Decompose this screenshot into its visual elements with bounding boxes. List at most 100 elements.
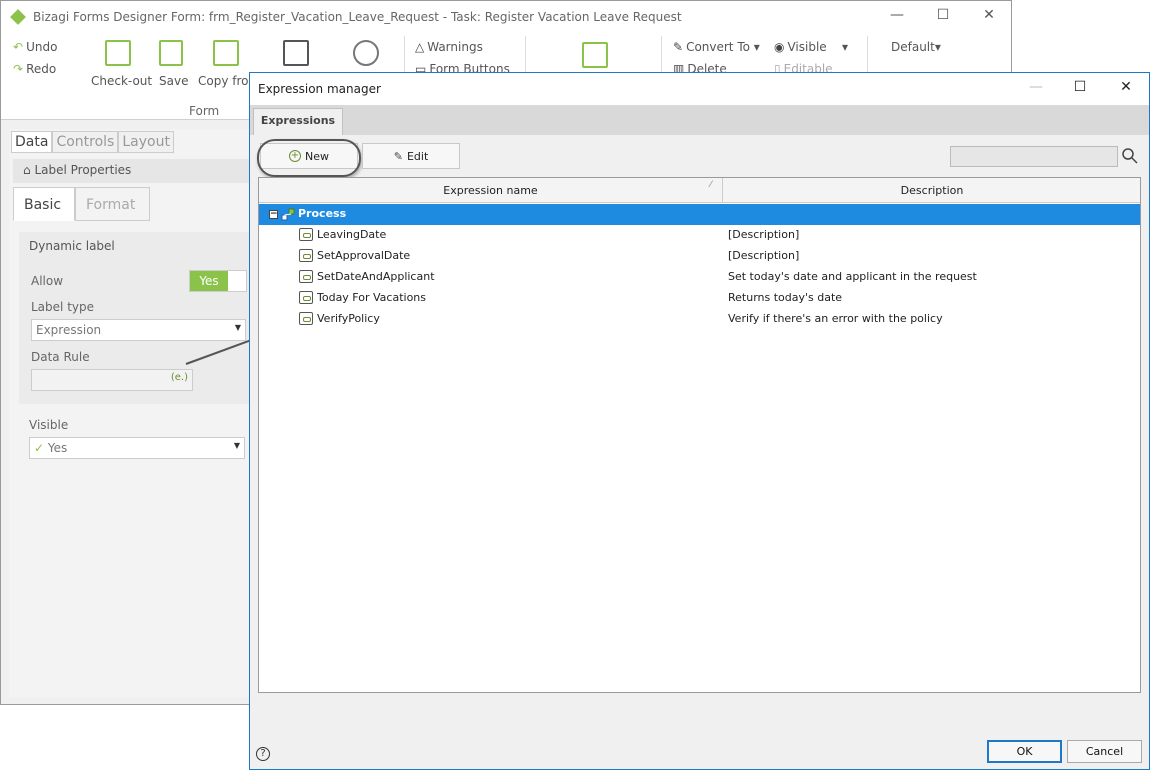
expression-description: Returns today's date bbox=[728, 291, 843, 304]
table-row[interactable]: VerifyPolicy Verify if there's an error … bbox=[259, 309, 1140, 330]
expression-description: [Description] bbox=[728, 249, 800, 262]
tab-format[interactable]: Format bbox=[75, 187, 150, 221]
tree-root-process[interactable]: − Process bbox=[259, 204, 1140, 225]
maximize-icon[interactable]: ☐ bbox=[933, 7, 953, 23]
minimize-icon[interactable]: — bbox=[1026, 79, 1046, 95]
visible-button[interactable]: ◉ Visible ▾ bbox=[774, 40, 848, 54]
allow-toggle-value: Yes bbox=[190, 271, 228, 291]
expression-name: LeavingDate bbox=[317, 228, 387, 241]
redo-button[interactable]: ↷ Redo bbox=[13, 62, 56, 76]
expression-manager-dialog: Expression manager — ☐ ✕ Expressions + N… bbox=[249, 72, 1150, 770]
collapse-icon[interactable]: − bbox=[269, 210, 278, 219]
properties-panel: Data Controls Layout ⌂ Label Properties … bbox=[9, 129, 259, 697]
warnings-button[interactable]: △ Warnings bbox=[415, 40, 483, 54]
property-sub-tabs: Basic Format bbox=[13, 187, 150, 221]
expression-icon bbox=[299, 228, 313, 241]
allow-label: Allow bbox=[31, 274, 64, 288]
minimize-icon[interactable]: — bbox=[887, 7, 907, 23]
tab-expressions[interactable]: Expressions bbox=[253, 108, 343, 135]
save-label[interactable]: Save bbox=[159, 74, 188, 88]
bizagi-logo-icon bbox=[10, 8, 26, 25]
allow-toggle[interactable]: Yes bbox=[189, 270, 247, 292]
panel-tabs: Data Controls Layout bbox=[11, 131, 174, 153]
checkmark-icon[interactable] bbox=[582, 42, 608, 68]
save-icon[interactable] bbox=[159, 40, 183, 66]
dialog-title: Expression manager bbox=[258, 82, 381, 96]
ok-button[interactable]: OK bbox=[987, 740, 1062, 763]
expression-icon bbox=[299, 270, 313, 283]
close-icon[interactable]: ✕ bbox=[979, 7, 999, 23]
gear-icon[interactable] bbox=[353, 40, 379, 66]
tab-data[interactable]: Data bbox=[11, 131, 53, 153]
expression-description: [Description] bbox=[728, 228, 800, 241]
help-icon[interactable]: ? bbox=[256, 747, 270, 761]
table-row[interactable]: Today For Vacations Returns today's date bbox=[259, 288, 1140, 309]
data-rule-field[interactable]: (e.) bbox=[31, 369, 193, 391]
redo-label: Redo bbox=[26, 62, 57, 76]
convert-to-button[interactable]: ✎ Convert To ▾ bbox=[673, 40, 760, 54]
chevron-down-icon: ▼ bbox=[233, 441, 240, 450]
cancel-button[interactable]: Cancel bbox=[1067, 740, 1142, 763]
dialog-tabstrip: Expressions bbox=[250, 105, 1149, 135]
expression-description: Verify if there's an error with the poli… bbox=[728, 312, 943, 325]
default-label: Default bbox=[891, 40, 935, 54]
edit-button-label: Edit bbox=[406, 149, 429, 163]
label-properties-header: ⌂ Label Properties bbox=[13, 159, 259, 183]
warnings-label: Warnings bbox=[427, 40, 483, 54]
visible-select[interactable]: ✓ Yes ▼ bbox=[29, 437, 245, 459]
edit-button[interactable]: ✎ Edit bbox=[362, 143, 460, 169]
column-expression-name[interactable]: Expression name bbox=[259, 178, 723, 203]
label-type-value: Expression bbox=[36, 323, 102, 337]
brush-icon[interactable] bbox=[283, 40, 309, 66]
expression-icon bbox=[299, 291, 313, 304]
maximize-icon[interactable]: ☐ bbox=[1070, 79, 1090, 95]
dialog-titlebar: Expression manager — ☐ ✕ bbox=[250, 73, 1149, 105]
undo-icon: ↶ bbox=[13, 40, 24, 54]
table-row[interactable]: SetApprovalDate [Description] bbox=[259, 246, 1140, 267]
designer-title: Bizagi Forms Designer Form: frm_Register… bbox=[33, 9, 682, 24]
tag-icon: ⌂ bbox=[23, 163, 31, 177]
undo-button[interactable]: ↶ Undo bbox=[13, 40, 57, 54]
sort-icon: ⁄ bbox=[710, 180, 712, 190]
search-icon[interactable] bbox=[1121, 147, 1139, 165]
close-icon[interactable]: ✕ bbox=[1116, 79, 1136, 95]
grid-header: Expression name ⁄ Description bbox=[259, 178, 1140, 203]
pencil-icon: ✎ bbox=[393, 149, 403, 163]
column-description[interactable]: Description bbox=[724, 178, 1140, 203]
eye-icon: ◉ bbox=[774, 40, 785, 54]
designer-titlebar: Bizagi Forms Designer Form: frm_Register… bbox=[1, 1, 1011, 32]
expression-icon bbox=[299, 249, 313, 262]
visible-value: Yes bbox=[47, 441, 68, 455]
dynamic-label-title: Dynamic label bbox=[29, 239, 115, 253]
redo-icon: ↷ bbox=[13, 62, 24, 76]
expressions-grid: Expression name ⁄ Description − Process … bbox=[258, 177, 1141, 693]
form-group-label: Form bbox=[189, 104, 220, 118]
label-properties-title: Label Properties bbox=[34, 163, 132, 177]
convert-to-label: Convert To bbox=[686, 40, 750, 54]
expression-name: SetApprovalDate bbox=[317, 249, 411, 262]
check-icon: ✓ bbox=[34, 441, 45, 455]
copy-from-icon[interactable] bbox=[213, 40, 239, 66]
expression-name: SetDateAndApplicant bbox=[317, 270, 435, 283]
label-type-label: Label type bbox=[31, 300, 94, 314]
search-input[interactable] bbox=[950, 146, 1118, 167]
checkout-label[interactable]: Check-out bbox=[91, 74, 152, 88]
checkout-icon[interactable] bbox=[105, 40, 131, 66]
wrench-icon: ✎ bbox=[673, 40, 684, 54]
expression-icon bbox=[299, 312, 313, 325]
tab-controls[interactable]: Controls bbox=[52, 131, 119, 153]
table-row[interactable]: LeavingDate [Description] bbox=[259, 225, 1140, 246]
tab-basic[interactable]: Basic bbox=[13, 187, 75, 221]
tab-layout[interactable]: Layout bbox=[118, 131, 174, 153]
process-icon bbox=[281, 208, 295, 221]
expression-name: Today For Vacations bbox=[317, 291, 426, 304]
expression-description: Set today's date and applicant in the re… bbox=[728, 270, 977, 283]
visible-label: Visible bbox=[29, 418, 69, 432]
warning-icon: △ bbox=[415, 40, 425, 54]
table-row[interactable]: SetDateAndApplicant Set today's date and… bbox=[259, 267, 1140, 288]
process-label: Process bbox=[298, 207, 347, 220]
undo-label: Undo bbox=[26, 40, 58, 54]
expression-name: VerifyPolicy bbox=[317, 312, 380, 325]
visible-label: Visible bbox=[787, 40, 827, 54]
default-dropdown[interactable]: Default▾ bbox=[891, 40, 941, 54]
